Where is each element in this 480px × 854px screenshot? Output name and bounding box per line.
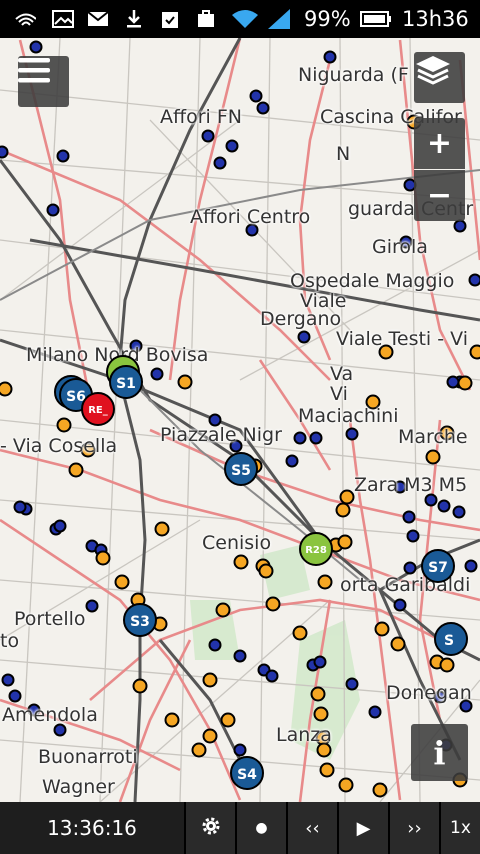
train-badge-s3[interactable]: S3 [123,603,157,637]
map-label: Va [330,363,354,385]
wifi-icon [230,8,260,30]
train-badge-s1[interactable]: S1 [106,355,143,399]
map-label: Wagner [42,776,115,798]
svg-text:RE_: RE_ [88,405,108,416]
svg-text:S1: S1 [116,376,136,392]
map-label: Vi [330,383,348,405]
layers-button[interactable] [414,52,465,103]
time-display: 13:36:16 [0,802,184,854]
train-badge-s4[interactable]: S4 [230,756,264,790]
settings-button[interactable] [184,802,235,854]
zoom-out-button[interactable]: − [414,170,465,221]
cell-signal-icon [266,8,292,30]
now-button[interactable]: ● [235,802,286,854]
map-label: Donegan [386,682,472,704]
map-label: orta Garibaldi [340,574,471,596]
map-label: Affori Centro [190,206,311,228]
clipboard-check-icon [159,8,181,30]
svg-text:R28: R28 [305,545,327,556]
clock-text: 13:36:16 [47,816,137,840]
zoom-in-button[interactable]: + [414,118,465,169]
map-label: Maciachini [298,405,399,427]
map-label: Viale Testi - Vi [336,328,468,350]
map-label: Marche [398,426,468,448]
map-label: N [336,143,351,165]
status-bar: 99% 13h36 [0,0,480,38]
status-time: 13h36 [402,7,469,31]
battery-icon [360,8,392,30]
gallery-icon [52,8,74,30]
map-label: Ospedale Maggio [290,270,455,292]
map-label: Portello [14,608,86,630]
map-label: Piazzale Nigr [160,424,282,446]
map-label: Cenisio [202,532,272,554]
svg-text:S4: S4 [237,767,257,783]
menu-button[interactable] [18,56,69,107]
map-label: Lanza [276,724,332,746]
map-label: Affori FN [160,106,242,128]
map-label: Amendola [2,704,98,726]
train-badge-s5[interactable]: S5 [224,452,258,486]
map-label: Dergano [260,308,342,330]
forward-button[interactable]: ›› [388,802,439,854]
signal-swoosh-icon [14,8,36,30]
battery-percent: 99% [304,7,351,31]
speed-button[interactable]: 1x [439,802,480,854]
download-icon [123,8,145,30]
map-label: to [0,630,20,652]
briefcase-icon [195,8,217,30]
map-label: Girola [372,236,428,258]
svg-text:S: S [444,633,454,649]
play-button[interactable]: ▶ [337,802,388,854]
svg-text:S5: S5 [231,463,251,479]
map-label: - Via Cosella [0,435,118,457]
svg-text:S7: S7 [428,560,448,576]
train-badge-r28[interactable]: R28 [299,532,333,566]
map-label: Buonarroti [38,746,138,768]
train-badge-s7[interactable]: S7 [421,549,455,583]
train-badge-re[interactable]: RE_ [81,392,115,426]
rewind-button[interactable]: ‹‹ [286,802,337,854]
mail-icon [87,8,109,30]
map-label: Zara M3 M5 [354,474,468,496]
svg-text:S3: S3 [130,614,150,630]
info-button[interactable]: i [411,724,468,781]
map-label: Niguarda (F [298,64,409,86]
map-view[interactable]: Niguarda (F Affori FN Cascina Califor N … [0,38,480,802]
playback-bar: 13:36:16 ● ‹‹ ▶ ›› 1x [0,802,480,854]
gear-icon [200,815,222,841]
train-badge-s-edge[interactable]: S [434,622,468,656]
